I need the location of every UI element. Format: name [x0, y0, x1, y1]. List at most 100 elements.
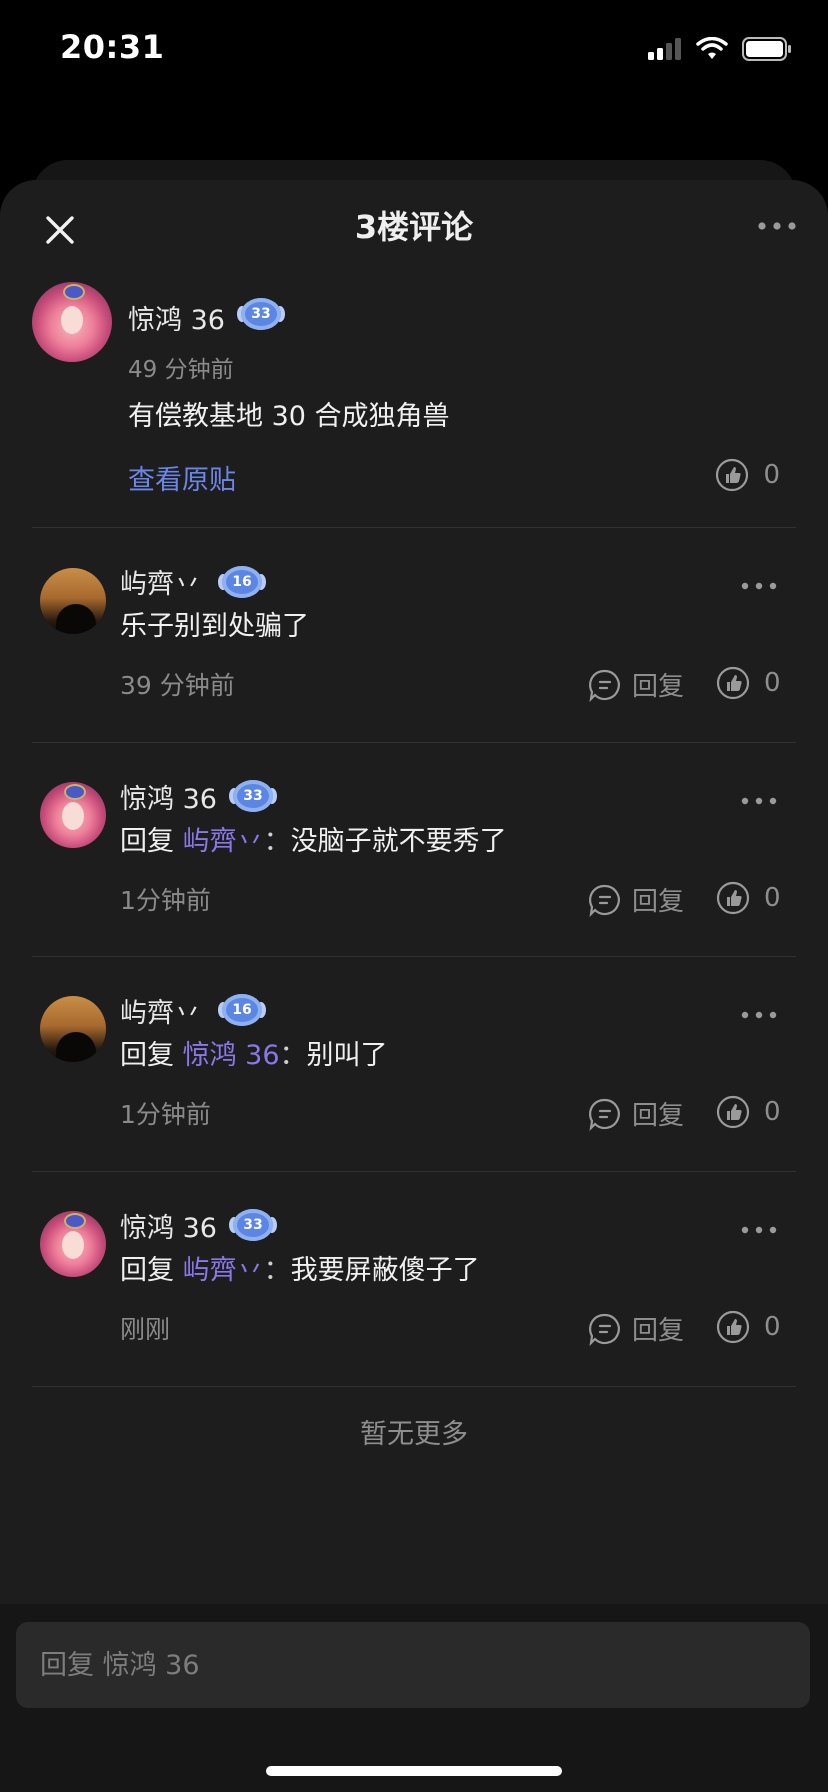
level-badge-icon: 16 [218, 994, 266, 1026]
comment-time: 刚刚 [120, 1315, 171, 1344]
reply-colon: ： [279, 1040, 307, 1071]
thumbs-up-icon [716, 458, 749, 492]
avatar-face [62, 1231, 84, 1259]
reply-mention[interactable]: 惊鸿 36 [183, 1040, 280, 1071]
divider [32, 1386, 796, 1387]
author-name[interactable]: 屿齊丷 [120, 991, 201, 1030]
avatar[interactable] [40, 568, 106, 634]
more-dots-icon[interactable] [740, 1224, 778, 1236]
avatar[interactable] [40, 782, 106, 848]
status-bar: 20:31 [0, 0, 828, 100]
reply-mention[interactable]: 屿齊丷 [183, 1255, 264, 1286]
status-time: 20:31 [60, 28, 165, 66]
level-number: 16 [232, 1002, 252, 1018]
reply-bar [0, 1604, 828, 1792]
no-more-label: 暂无更多 [360, 1419, 468, 1450]
more-dots-icon[interactable] [740, 795, 778, 807]
level-badge-icon: 33 [229, 1209, 277, 1241]
reply-label: 回复 [632, 887, 685, 917]
avatar[interactable] [40, 996, 106, 1062]
like-count: 0 [763, 460, 780, 490]
thumbs-up-icon [716, 666, 750, 700]
view-original-link[interactable]: 查看原贴 [128, 458, 236, 497]
avatar-face [62, 802, 84, 830]
reply-colon: ： [263, 826, 291, 857]
comment-text: 没脑子就不要秀了 [290, 826, 507, 857]
comment-content: 乐子别到处骗了 [120, 604, 309, 643]
author-name[interactable]: 惊鸿 36 [120, 1206, 217, 1245]
level-number: 33 [243, 1217, 263, 1233]
reply-label: 回复 [632, 1101, 685, 1131]
comment-bubble-icon [589, 1098, 620, 1131]
reply-input[interactable] [16, 1622, 810, 1708]
avatar-crown [64, 784, 86, 800]
like-button[interactable]: 0 [715, 458, 780, 492]
comment-bubble-icon [589, 884, 620, 917]
thumbs-up-icon [716, 881, 750, 915]
like-count: 0 [764, 883, 781, 913]
comment-content: 回复 屿齊丷：没脑子就不要秀了 [120, 819, 507, 858]
level-number: 33 [251, 306, 271, 322]
reply-prefix: 回复 [120, 1040, 174, 1071]
divider [32, 527, 796, 528]
like-count: 0 [764, 1097, 781, 1127]
more-dots-icon[interactable] [756, 216, 798, 236]
like-button[interactable]: 0 [716, 666, 781, 700]
like-count: 0 [764, 1312, 781, 1342]
level-badge-icon: 33 [229, 780, 277, 812]
author-name[interactable]: 惊鸿 36 [120, 777, 217, 816]
reply-button[interactable]: 回复 [588, 666, 684, 703]
avatar[interactable] [32, 282, 112, 362]
more-dots-icon[interactable] [740, 580, 778, 592]
reply-button[interactable]: 回复 [588, 881, 684, 918]
reply-prefix: 回复 [120, 1255, 174, 1286]
post-time: 49 分钟前 [128, 357, 234, 383]
level-badge-icon: 16 [218, 566, 266, 598]
reply-mention[interactable]: 屿齊丷 [183, 826, 264, 857]
wifi-icon [696, 37, 728, 59]
comment-content: 回复 屿齊丷：我要屏蔽傻子了 [120, 1248, 480, 1287]
thumbs-up-icon [716, 1095, 750, 1129]
reply-button[interactable]: 回复 [588, 1310, 684, 1347]
comment-content: 回复 惊鸿 36：别叫了 [120, 1033, 388, 1072]
level-number: 16 [232, 574, 252, 590]
reply-colon: ： [263, 1255, 291, 1286]
author-name[interactable]: 屿齊丷 [120, 562, 201, 601]
comment-time: 39 分钟前 [120, 671, 235, 700]
divider [32, 1171, 796, 1172]
divider [32, 956, 796, 957]
sheet-header: 3楼评论 [0, 180, 828, 268]
comment-bubble-icon [589, 1313, 620, 1346]
like-button[interactable]: 0 [716, 1310, 781, 1344]
comment-text: 我要屏蔽傻子了 [290, 1255, 480, 1286]
comment-time: 1分钟前 [120, 886, 211, 915]
reply-label: 回复 [632, 672, 685, 702]
level-number: 33 [243, 788, 263, 804]
signal-icon [648, 38, 681, 60]
avatar-face [61, 306, 83, 334]
avatar-silhouette [56, 1032, 96, 1062]
reply-button[interactable]: 回复 [588, 1095, 684, 1132]
reply-label: 回复 [632, 1316, 685, 1346]
avatar-crown [63, 284, 85, 300]
divider [32, 742, 796, 743]
home-indicator [266, 1766, 562, 1776]
post-content: 有偿教基地 30 合成独角兽 [128, 401, 450, 432]
avatar[interactable] [40, 1211, 106, 1277]
author-name[interactable]: 惊鸿 36 [128, 298, 225, 337]
page-title: 3楼评论 [354, 208, 474, 246]
like-button[interactable]: 0 [716, 881, 781, 915]
more-dots-icon[interactable] [740, 1009, 778, 1021]
like-count: 0 [764, 668, 781, 698]
battery-icon [742, 37, 791, 61]
avatar-silhouette [56, 604, 96, 634]
comment-time: 1分钟前 [120, 1100, 211, 1129]
level-badge-icon: 33 [237, 298, 285, 330]
thumbs-up-icon [716, 1310, 750, 1344]
comment-text: 乐子别到处骗了 [120, 611, 309, 642]
comment-bubble-icon [589, 669, 620, 702]
reply-prefix: 回复 [120, 826, 174, 857]
comment-text: 别叫了 [306, 1040, 388, 1071]
like-button[interactable]: 0 [716, 1095, 781, 1129]
comments-sheet: 3楼评论 惊鸿 36 33 49 分钟前 有偿教基地 30 合成独角兽 查看原贴… [0, 180, 828, 1792]
